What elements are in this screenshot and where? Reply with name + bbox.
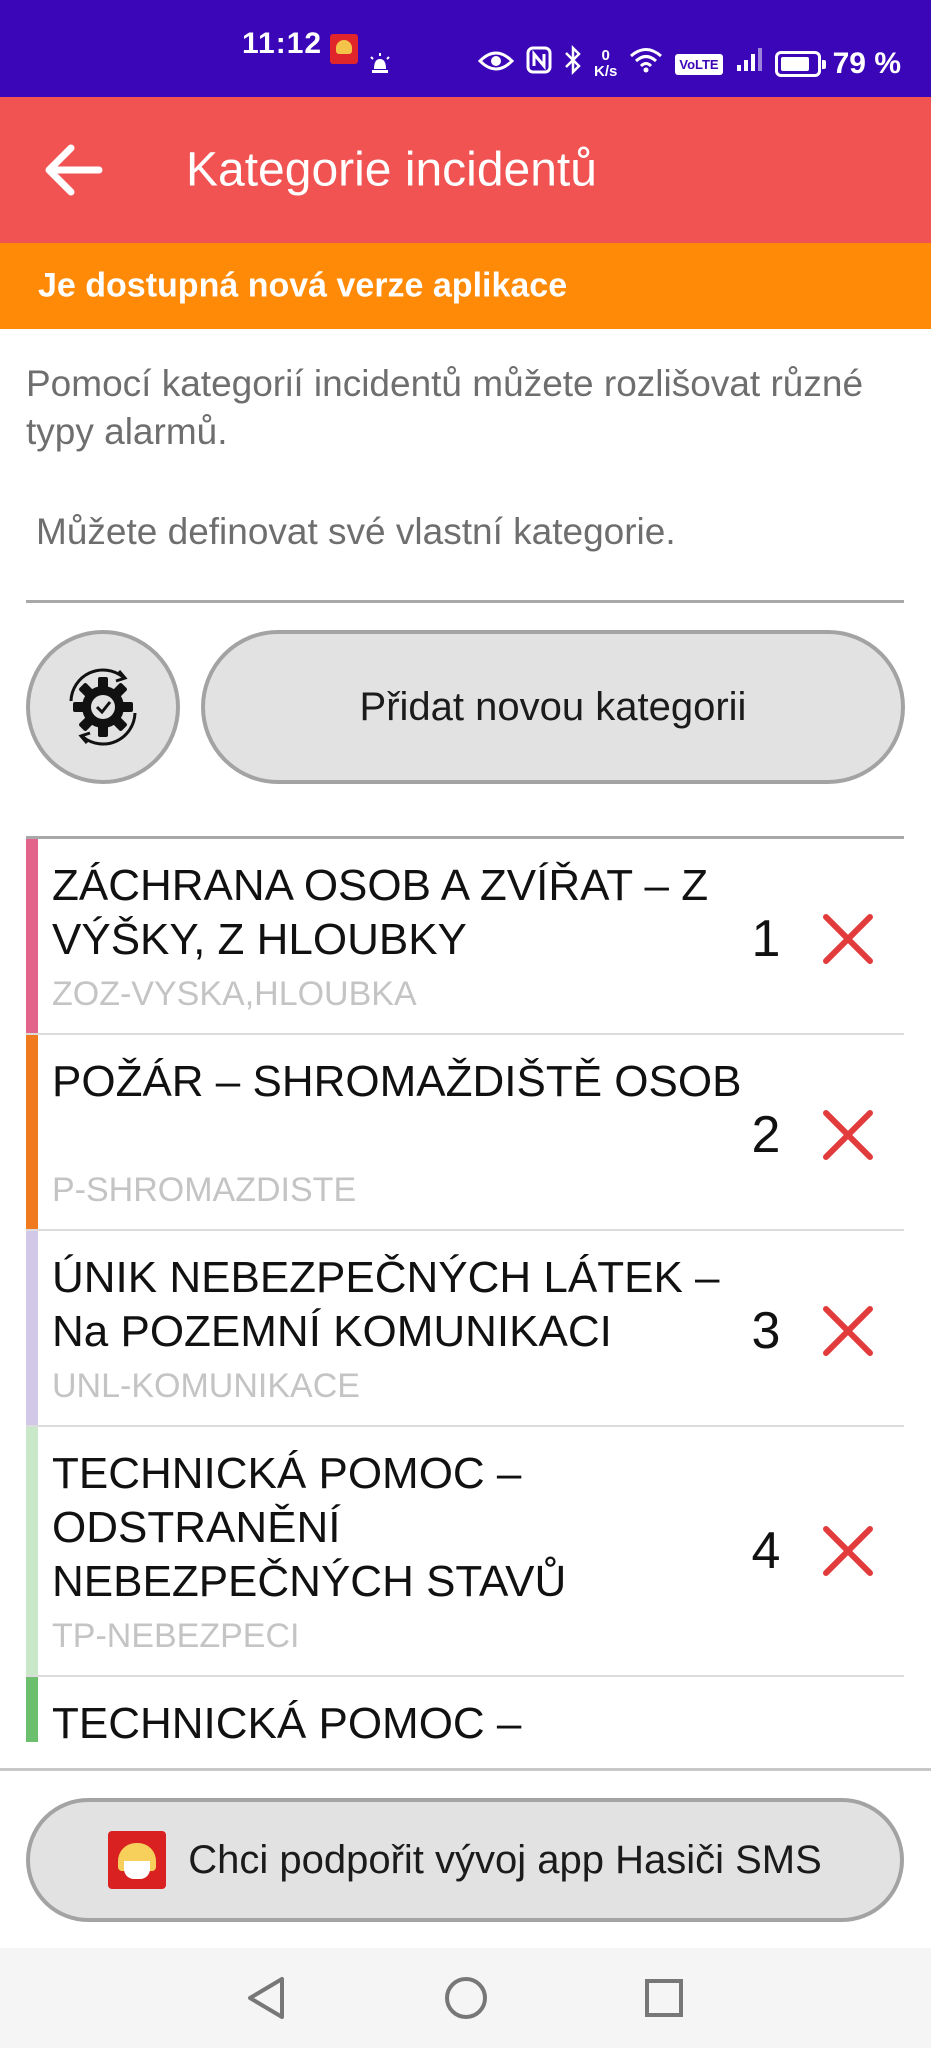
bluetooth-icon <box>564 44 582 83</box>
category-settings-button[interactable] <box>26 630 180 784</box>
category-number: 3 <box>751 1302 781 1360</box>
category-name: ÚNIK NEBEZPEČNÝCH LÁTEK – Na POZEMNÍ KOM… <box>52 1253 720 1356</box>
volte-badge: VoLTE <box>675 53 723 75</box>
category-color-bar <box>26 1035 38 1229</box>
intro-custom-categories: Můžete definovat své vlastní kategorie. <box>36 511 676 552</box>
list-item[interactable]: POŽÁR – SHROMAŽDIŠTĚ OSOB P-SHROMAZDISTE… <box>26 1035 904 1231</box>
status-bar: 11:12 0 K/s VoLTE 79 % <box>0 0 931 97</box>
wifi-icon <box>629 47 663 81</box>
add-category-button[interactable]: Přidat novou kategorii <box>201 630 905 784</box>
battery-icon <box>774 51 826 77</box>
nav-back-button[interactable] <box>236 1968 296 2028</box>
alarm-light-icon <box>367 51 393 77</box>
net-speed-value: 0 <box>601 47 610 64</box>
close-icon <box>823 914 873 964</box>
square-recents-icon <box>645 1979 683 2017</box>
page-title: Kategorie incidentů <box>186 143 597 197</box>
category-name: ZÁCHRANA OSOB A ZVÍŘAT – Z VÝŠKY, Z HLOU… <box>52 861 709 964</box>
category-number: 1 <box>751 910 781 968</box>
category-code: ZOZ-VYSKA,HLOUBKA <box>52 975 417 1013</box>
intro-description: Pomocí kategorií incidentů můžete rozliš… <box>26 363 864 452</box>
support-label: Chci podpořit vývoj app Hasiči SMS <box>188 1837 822 1882</box>
hasici-app-logo-icon <box>108 1831 167 1889</box>
category-color-bar <box>26 839 38 1033</box>
circle-home-icon <box>445 1977 487 2019</box>
nav-recents-button[interactable] <box>634 1968 694 2028</box>
divider <box>0 1768 931 1771</box>
close-icon <box>823 1306 873 1356</box>
category-code: P-SHROMAZDISTE <box>52 1171 357 1209</box>
arrow-left-icon <box>45 144 103 196</box>
delete-category-button[interactable] <box>812 1099 884 1171</box>
status-time: 11:12 <box>242 27 323 60</box>
divider <box>26 600 904 603</box>
signal-icon <box>735 47 763 81</box>
close-icon <box>823 1110 873 1160</box>
category-code: TP-NEBEZPECI <box>52 1617 300 1655</box>
list-item[interactable]: ÚNIK NEBEZPEČNÝCH LÁTEK – Na POZEMNÍ KOM… <box>26 1231 904 1427</box>
hasici-notification-icon <box>330 34 358 64</box>
close-icon <box>823 1526 873 1576</box>
category-color-bar <box>26 1427 38 1675</box>
category-name: POŽÁR – SHROMAŽDIŠTĚ OSOB <box>52 1057 742 1106</box>
list-item[interactable]: TECHNICKÁ POMOC – <box>26 1677 904 1742</box>
status-icons: 0 K/s VoLTE 79 % <box>477 44 901 83</box>
battery-percent: 79 % <box>832 47 901 80</box>
list-item[interactable]: ZÁCHRANA OSOB A ZVÍŘAT – Z VÝŠKY, Z HLOU… <box>26 839 904 1035</box>
screen: 11:12 0 K/s VoLTE 79 % Kategorie inciden… <box>0 0 931 2048</box>
category-color-bar <box>26 1677 38 1742</box>
delete-category-button[interactable] <box>812 903 884 975</box>
back-button[interactable] <box>38 135 108 205</box>
update-banner-text: Je dostupná nová verze aplikace <box>38 266 568 305</box>
list-item[interactable]: TECHNICKÁ POMOC – ODSTRANĚNÍ NEBEZPEČNÝC… <box>26 1427 904 1677</box>
category-number: 4 <box>751 1522 781 1580</box>
nav-home-button[interactable] <box>436 1968 496 2028</box>
system-navigation-bar <box>0 1948 931 2048</box>
triangle-back-icon <box>248 1977 284 2019</box>
gear-sync-icon <box>69 668 137 746</box>
nfc-icon <box>526 46 552 82</box>
delete-category-button[interactable] <box>812 1295 884 1367</box>
eye-icon <box>477 47 515 81</box>
category-code: UNL-KOMUNIKACE <box>52 1367 360 1405</box>
category-list: ZÁCHRANA OSOB A ZVÍŘAT – Z VÝŠKY, Z HLOU… <box>26 836 904 1742</box>
category-color-bar <box>26 1231 38 1425</box>
category-number: 2 <box>751 1106 781 1164</box>
delete-category-button[interactable] <box>812 1515 884 1587</box>
category-name: TECHNICKÁ POMOC – ODSTRANĚNÍ NEBEZPEČNÝC… <box>52 1449 567 1606</box>
net-speed-unit: K/s <box>594 63 618 80</box>
category-name: TECHNICKÁ POMOC – <box>52 1699 522 1742</box>
network-speed: 0 K/s <box>594 48 617 80</box>
support-development-button[interactable]: Chci podpořit vývoj app Hasiči SMS <box>26 1798 904 1922</box>
update-banner[interactable]: Je dostupná nová verze aplikace <box>0 243 931 329</box>
app-bar: Kategorie incidentů <box>0 97 931 243</box>
